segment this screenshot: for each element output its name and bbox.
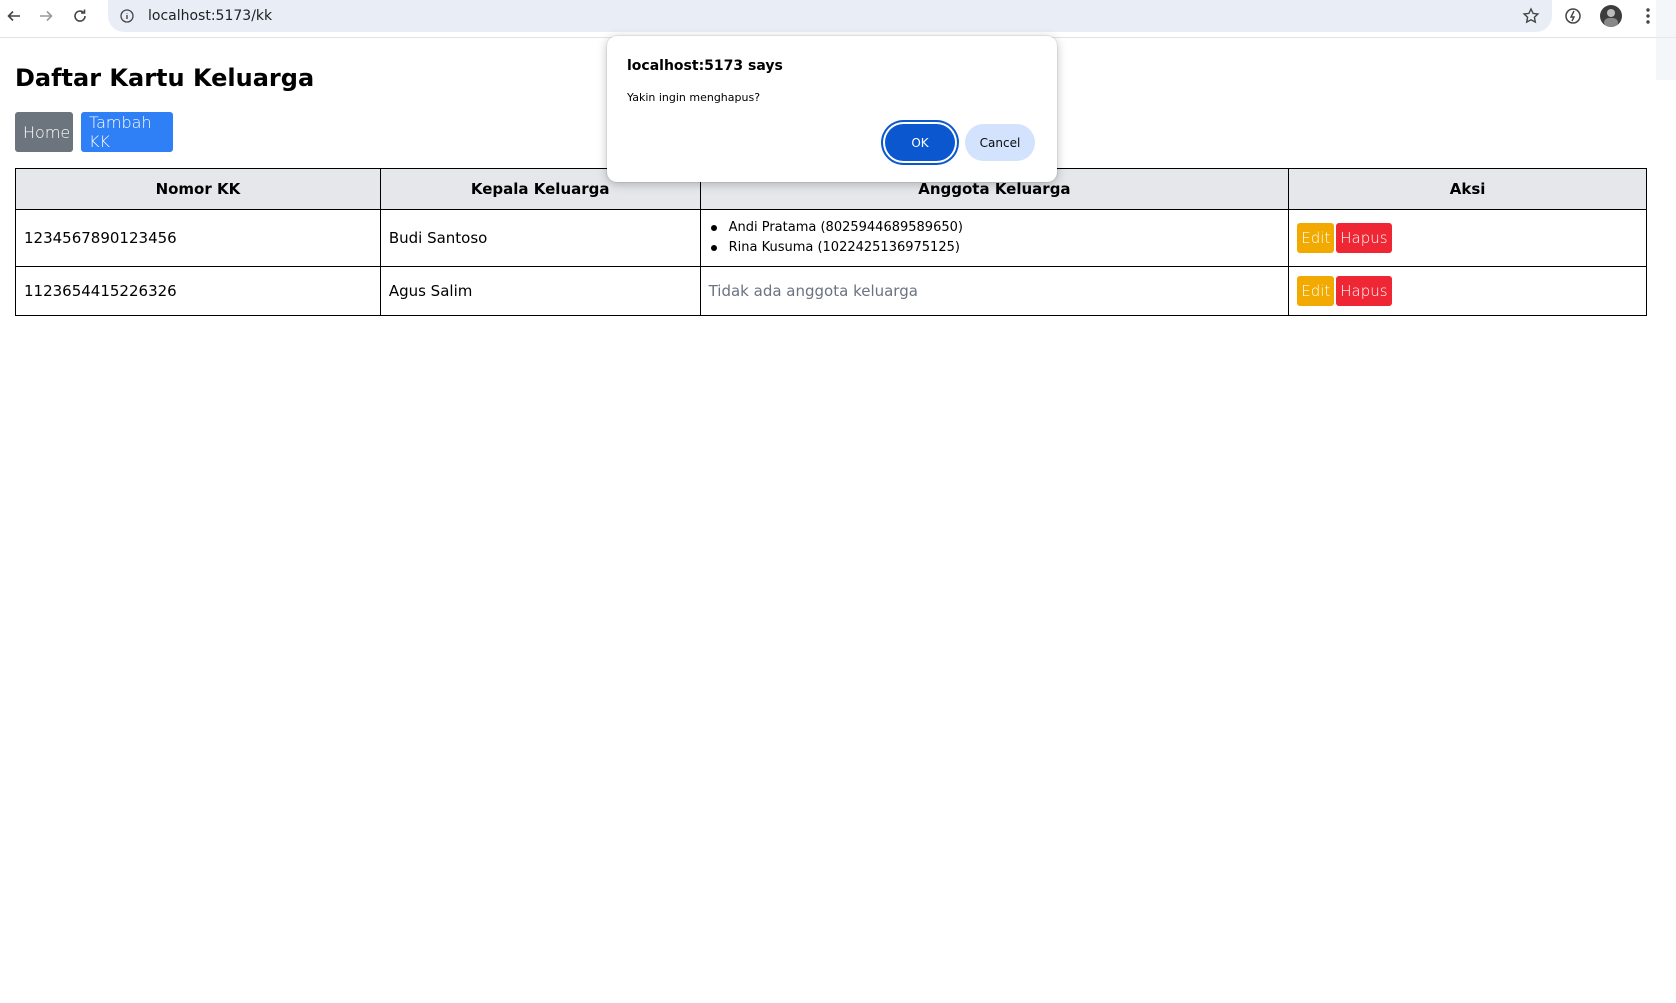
delete-button[interactable]: Hapus (1336, 223, 1392, 253)
cell-aksi: Edit Hapus (1288, 209, 1647, 267)
profile-avatar[interactable] (1600, 5, 1622, 27)
extension-icon[interactable] (1563, 6, 1583, 26)
cancel-button[interactable]: Cancel (965, 124, 1035, 161)
cell-kepala-keluarga: Budi Santoso (379, 209, 701, 267)
more-menu-icon[interactable] (1642, 5, 1654, 27)
delete-button[interactable]: Hapus (1336, 276, 1392, 306)
cell-nomor-kk: 1123654415226326 (15, 266, 381, 316)
side-panel-edge (1656, 0, 1676, 80)
confirm-dialog: localhost:5173 says Yakin ingin menghapu… (607, 36, 1057, 182)
list-item: Rina Kusuma (1022425136975125) (709, 238, 1281, 258)
dialog-title: localhost:5173 says (627, 58, 783, 74)
address-bar[interactable]: localhost:5173/kk (108, 0, 1552, 32)
cell-aksi: Edit Hapus (1288, 266, 1647, 316)
site-info-icon[interactable] (120, 9, 134, 23)
add-kk-button[interactable]: Tambah KK (81, 112, 173, 152)
table-row: 1234567890123456 Budi Santoso Andi Prata… (15, 209, 1647, 267)
list-item: Andi Pratama (8025944689589650) (709, 218, 1281, 238)
table-row: 1123654415226326 Agus Salim Tidak ada an… (15, 266, 1647, 316)
url-text: localhost:5173/kk (148, 8, 273, 24)
cell-anggota-empty: Tidak ada anggota keluarga (699, 266, 1290, 316)
column-header-aksi: Aksi (1288, 168, 1647, 210)
kk-table: Nomor KK Kepala Keluarga Anggota Keluarg… (15, 168, 1647, 316)
edit-button[interactable]: Edit (1297, 223, 1335, 253)
home-button[interactable]: Home (15, 112, 73, 152)
cell-kepala-keluarga: Agus Salim (379, 266, 701, 316)
dialog-message: Yakin ingin menghapus? (627, 91, 761, 104)
reload-icon[interactable] (68, 4, 92, 28)
ok-button[interactable]: OK (885, 124, 955, 161)
bookmark-star-icon[interactable] (1522, 7, 1540, 25)
forward-icon[interactable] (34, 4, 58, 28)
column-header-nomor-kk: Nomor KK (15, 168, 381, 210)
cell-anggota-keluarga: Andi Pratama (8025944689589650) Rina Kus… (699, 209, 1290, 267)
cell-nomor-kk: 1234567890123456 (15, 209, 381, 267)
member-list: Andi Pratama (8025944689589650) Rina Kus… (709, 218, 1281, 258)
page-title: Daftar Kartu Keluarga (15, 64, 315, 92)
browser-toolbar: localhost:5173/kk (0, 0, 1676, 80)
back-icon[interactable] (2, 4, 26, 28)
edit-button[interactable]: Edit (1297, 276, 1335, 306)
